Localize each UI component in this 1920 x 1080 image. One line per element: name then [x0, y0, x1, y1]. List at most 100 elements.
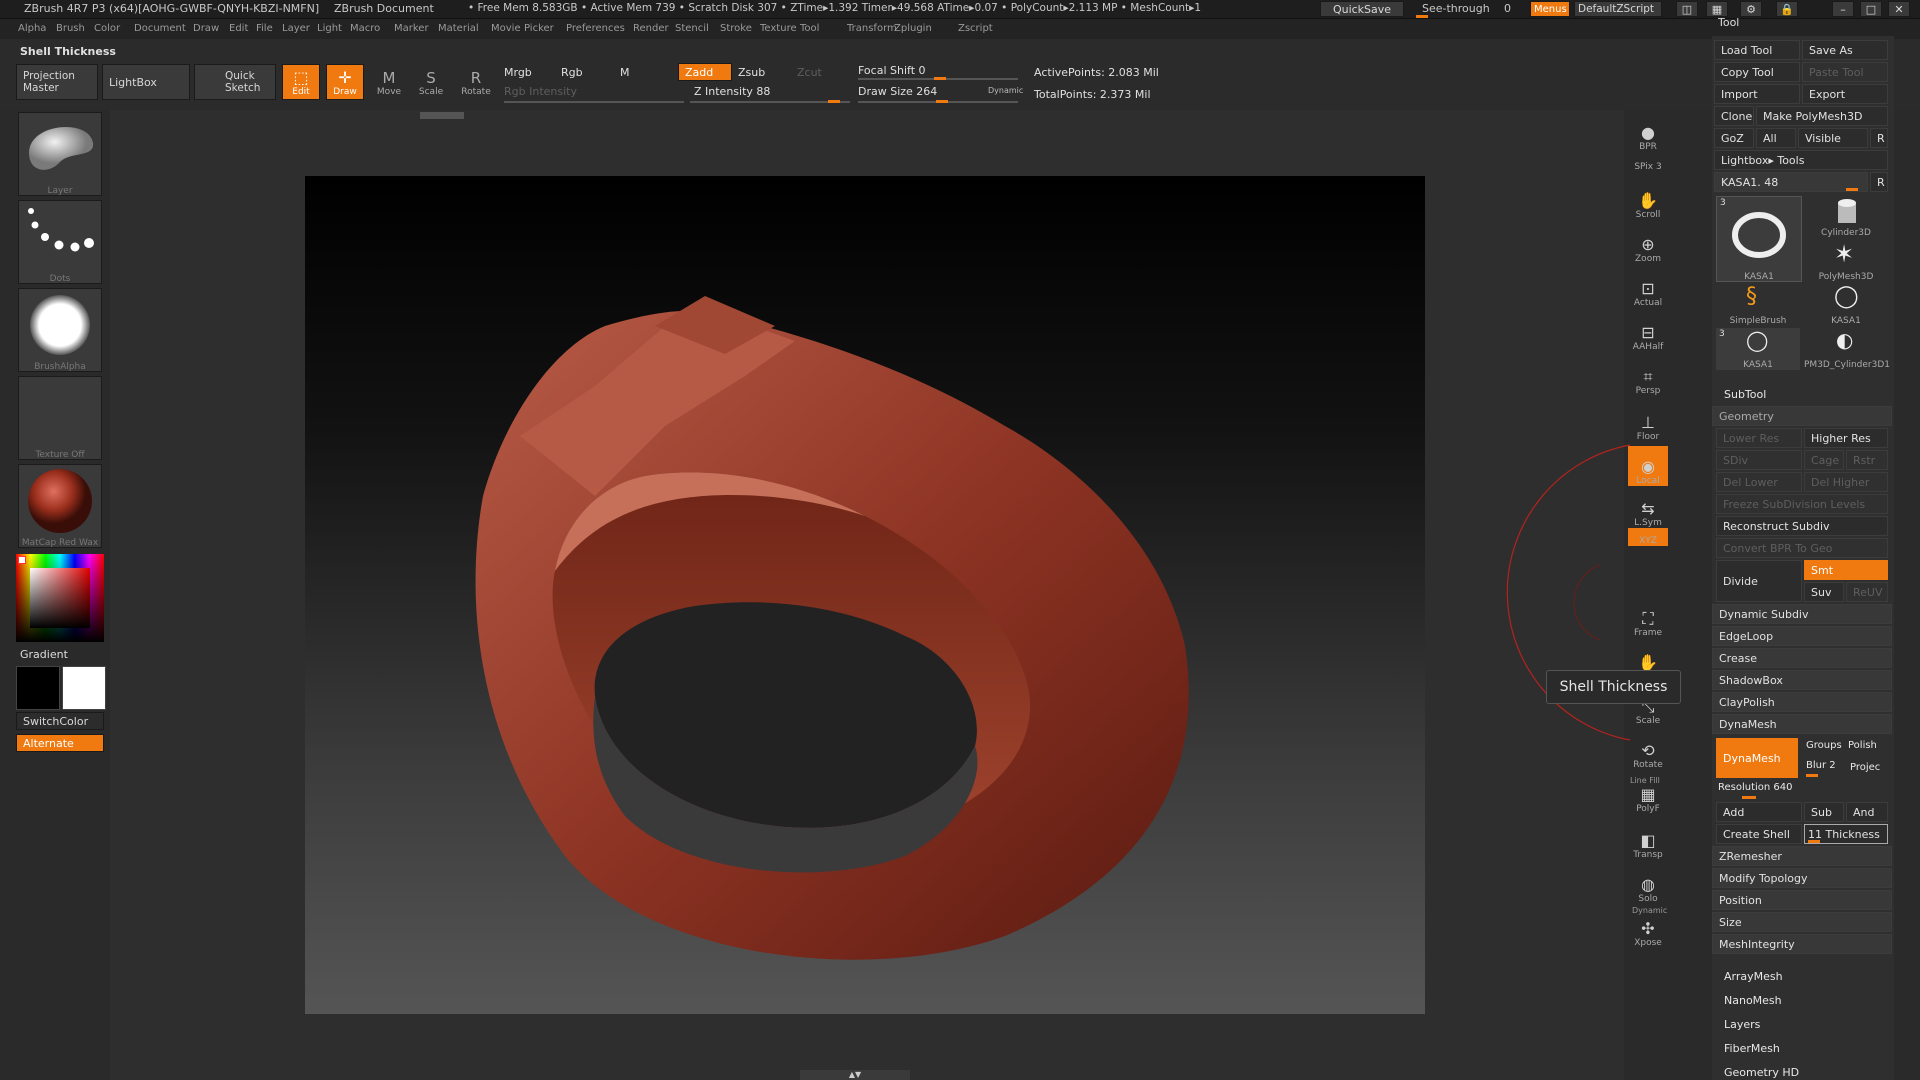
goz-r-button[interactable]: R	[1870, 128, 1888, 148]
scroll-button[interactable]: ✋ Scroll	[1628, 180, 1668, 221]
secondary-color-swatch[interactable]	[62, 666, 106, 710]
claypolish-section[interactable]: ClayPolish	[1712, 692, 1892, 712]
freeze-subdivision-button[interactable]: Freeze SubDivision Levels	[1716, 494, 1888, 514]
quick-sketch-button[interactable]: Quick Sketch	[194, 64, 276, 100]
import-button[interactable]: Import	[1714, 84, 1800, 104]
menu-document[interactable]: Document	[134, 23, 186, 34]
del-higher-button[interactable]: Del Higher	[1804, 472, 1888, 492]
tool-item-pm3d-cylinder[interactable]: ◐ PM3D_Cylinder3D1	[1804, 328, 1890, 370]
menu-brush[interactable]: Brush	[56, 23, 85, 34]
quicksave-button[interactable]: QuickSave	[1320, 1, 1404, 17]
palette-icon[interactable]: ▦	[1706, 1, 1728, 17]
menu-marker[interactable]: Marker	[394, 23, 429, 34]
current-tool-slider-handle[interactable]	[1846, 188, 1858, 191]
size-section[interactable]: Size	[1712, 912, 1892, 932]
menu-file[interactable]: File	[256, 23, 273, 34]
cage-button[interactable]: Cage	[1804, 450, 1844, 470]
blur-slider[interactable]: Blur 2	[1806, 760, 1836, 771]
m-button[interactable]: M	[620, 66, 630, 79]
and-button[interactable]: And	[1846, 802, 1888, 822]
divide-button[interactable]: Divide	[1716, 560, 1802, 602]
zremesher-section[interactable]: ZRemesher	[1712, 846, 1892, 866]
menu-preferences[interactable]: Preferences	[566, 23, 625, 34]
reuv-toggle[interactable]: ReUV	[1846, 582, 1888, 602]
see-through-label[interactable]: See-through	[1422, 2, 1490, 15]
paste-tool-button[interactable]: Paste Tool	[1802, 62, 1888, 82]
maximize-icon[interactable]: □	[1860, 1, 1882, 17]
polish-toggle[interactable]: Polish	[1848, 740, 1877, 751]
aahalf-button[interactable]: ⊟ AAHalf	[1628, 312, 1668, 353]
zcut-button[interactable]: Zcut	[797, 66, 822, 79]
tool-item-kasa1[interactable]: ◯ KASA1	[1804, 284, 1888, 326]
lock-icon[interactable]: 🔒	[1776, 1, 1798, 17]
geometry-hd-section[interactable]: Geometry HD	[1724, 1066, 1799, 1079]
main-color-swatch[interactable]	[16, 666, 60, 710]
make-polymesh-button[interactable]: Make PolyMesh3D	[1756, 106, 1888, 126]
zsub-button[interactable]: Zsub	[738, 66, 765, 79]
document-canvas[interactable]	[305, 176, 1425, 1014]
bottom-tray-handle-icon[interactable]: ▲▼	[800, 1070, 910, 1080]
menu-tool[interactable]: Tool	[800, 23, 819, 34]
suv-toggle[interactable]: Suv	[1804, 582, 1844, 602]
minimize-icon[interactable]: –	[1832, 1, 1854, 17]
floor-button[interactable]: ⊥ Floor	[1628, 402, 1668, 443]
focal-shift-slider[interactable]: Focal Shift 0	[858, 64, 926, 77]
rotate-button[interactable]: R Rotate	[456, 64, 496, 100]
menu-macro[interactable]: Macro	[350, 23, 380, 34]
arraymesh-section[interactable]: ArrayMesh	[1724, 970, 1783, 983]
see-through-slider[interactable]	[1416, 15, 1428, 18]
menu-edit[interactable]: Edit	[229, 23, 248, 34]
material-thumbnail[interactable]: MatCap Red Wax	[18, 464, 102, 548]
menu-stroke[interactable]: Stroke	[720, 23, 752, 34]
color-picker[interactable]	[16, 554, 104, 642]
add-button[interactable]: Add	[1716, 802, 1802, 822]
resolution-slider-handle[interactable]	[1742, 796, 1756, 799]
smt-toggle[interactable]: Smt	[1804, 560, 1888, 580]
z-intensity-slider[interactable]: Z Intensity 88	[694, 85, 770, 98]
subtool-section[interactable]: SubTool	[1724, 388, 1766, 401]
reconstruct-subdiv-button[interactable]: Reconstruct Subdiv	[1716, 516, 1888, 536]
edit-button[interactable]: ⬚ Edit	[282, 64, 320, 100]
del-lower-button[interactable]: Del Lower	[1716, 472, 1802, 492]
persp-button[interactable]: ⌗ Persp	[1628, 356, 1668, 397]
menu-draw[interactable]: Draw	[193, 23, 219, 34]
modify-topology-section[interactable]: Modify Topology	[1712, 868, 1892, 888]
tool-item-kasa1-sub[interactable]: 3 ◯ KASA1	[1716, 328, 1800, 370]
geometry-section[interactable]: Geometry	[1712, 406, 1892, 426]
viewport-scrollbar[interactable]	[420, 112, 464, 119]
edgeloop-section[interactable]: EdgeLoop	[1712, 626, 1892, 646]
brush-thumbnail[interactable]: Layer	[18, 112, 102, 196]
menu-material[interactable]: Material	[438, 23, 479, 34]
menu-light[interactable]: Light	[317, 23, 342, 34]
fibermesh-section[interactable]: FiberMesh	[1724, 1042, 1780, 1055]
sdiv-slider[interactable]: SDiv	[1716, 450, 1802, 470]
dynamesh-section[interactable]: DynaMesh	[1712, 714, 1892, 734]
current-tool-slider[interactable]: KASA1. 48	[1714, 172, 1868, 192]
save-as-button[interactable]: Save As	[1802, 40, 1888, 60]
lightbox-button[interactable]: LightBox	[102, 64, 190, 100]
menu-stencil[interactable]: Stencil	[675, 23, 709, 34]
load-tool-button[interactable]: Load Tool	[1714, 40, 1800, 60]
goz-button[interactable]: GoZ	[1714, 128, 1754, 148]
z-intensity-handle[interactable]	[828, 100, 840, 103]
export-button[interactable]: Export	[1802, 84, 1888, 104]
texture-thumbnail[interactable]: Texture Off	[18, 376, 102, 460]
menu-zplugin[interactable]: Zplugin	[894, 23, 932, 34]
rgb-button[interactable]: Rgb	[561, 66, 583, 79]
dynamesh-button[interactable]: DynaMesh	[1716, 738, 1798, 778]
menu-transform[interactable]: Transform	[847, 23, 897, 34]
move-button[interactable]: M Move	[370, 64, 408, 100]
layers-section[interactable]: Layers	[1724, 1018, 1760, 1031]
color-saturation-square[interactable]	[30, 568, 90, 628]
draw-size-handle[interactable]	[936, 100, 948, 103]
settings-icon[interactable]: ⚙	[1740, 1, 1762, 17]
position-section[interactable]: Position	[1712, 890, 1892, 910]
switchcolor-button[interactable]: SwitchColor	[16, 712, 104, 730]
lightbox-tools-button[interactable]: Lightbox▸ Tools	[1714, 150, 1888, 170]
default-zscript-button[interactable]: DefaultZScript	[1574, 1, 1662, 17]
menu-render[interactable]: Render	[633, 23, 669, 34]
clone-button[interactable]: Clone	[1714, 106, 1754, 126]
shadowbox-section[interactable]: ShadowBox	[1712, 670, 1892, 690]
project-toggle[interactable]: Projec	[1850, 762, 1880, 773]
draw-size-slider[interactable]: Draw Size 264	[858, 85, 937, 98]
